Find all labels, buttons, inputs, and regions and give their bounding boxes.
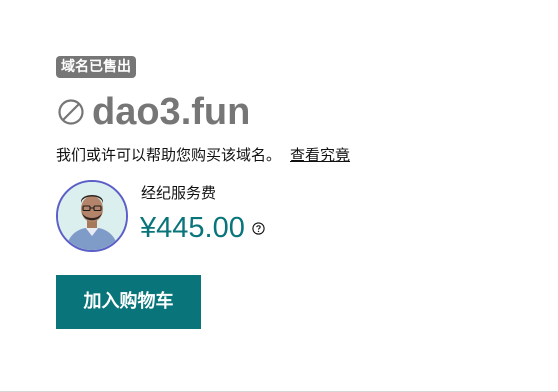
domain-name: dao3.fun (92, 91, 251, 133)
question-circle-icon[interactable] (252, 221, 265, 235)
broker-avatar (56, 180, 128, 252)
sold-badge: 域名已售出 (56, 56, 136, 78)
domain-sold-panel: 域名已售出 dao3.fun 我们或许可以帮助您购买该域名。 查看究竟 经纪服务费 (0, 0, 558, 392)
price-row: ¥445.00 (140, 210, 265, 246)
add-to-cart-button[interactable]: 加入购物车 (56, 275, 201, 329)
ban-icon (57, 98, 85, 126)
broker-fee-label: 经纪服务费 (141, 184, 217, 202)
broker-fee-price: ¥445.00 (140, 212, 245, 244)
help-text: 我们或许可以帮助您购买该域名。 (56, 146, 282, 164)
help-row: 我们或许可以帮助您购买该域名。 查看究竟 (56, 145, 350, 165)
domain-title-row: dao3.fun (57, 88, 250, 136)
learn-more-link[interactable]: 查看究竟 (290, 146, 350, 164)
